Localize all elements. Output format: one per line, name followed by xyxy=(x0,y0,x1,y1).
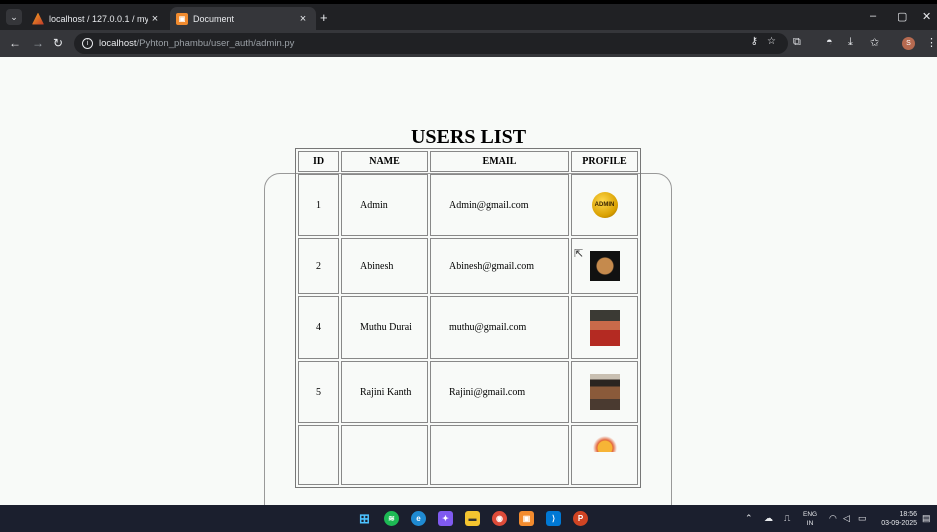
chevron-up-icon[interactable]: ⌃ xyxy=(745,513,753,524)
forward-icon[interactable]: → xyxy=(32,36,44,50)
profile-image xyxy=(589,251,620,281)
extensions-icon[interactable]: ⧉ xyxy=(793,36,801,49)
cursor-icon: ⇱ xyxy=(574,248,584,260)
edge-icon[interactable]: e xyxy=(411,511,426,526)
cell-email: Admin@gmail.com xyxy=(430,174,569,236)
incognito-icon[interactable]: ◓ xyxy=(826,36,833,48)
close-window-icon[interactable]: ✕ xyxy=(922,10,931,23)
column-header-email: EMAIL xyxy=(430,151,569,172)
cloud-icon[interactable]: ☁ xyxy=(764,513,773,524)
language-code: ENG xyxy=(803,511,818,518)
wifi-icon[interactable]: ◠ xyxy=(829,513,837,524)
column-header-profile: PROFILE xyxy=(571,151,638,172)
windows-taskbar: ⊞ ≋ e ✦ ▬ ◉ ▣ ⟩ P ⌃ ☁ ⎍ ENG IN ◠ ◁ ▭ 18:… xyxy=(0,505,937,532)
cell-name: Admin xyxy=(341,174,428,236)
url-host: localhost xyxy=(99,38,137,49)
cell-id: 5 xyxy=(298,361,339,423)
vscode-icon[interactable]: ⟩ xyxy=(546,511,561,526)
copilot-icon[interactable]: ✦ xyxy=(438,511,453,526)
cell-email: Rajini@gmail.com xyxy=(430,361,569,423)
volume-icon[interactable]: ◁ xyxy=(843,513,850,524)
tab-document[interactable]: ▣ Document × xyxy=(170,7,316,30)
restore-icon[interactable]: ▢ xyxy=(897,10,907,23)
column-header-id: ID xyxy=(298,151,339,172)
users-table: ID NAME EMAIL PROFILE 1 Admin Admin@gmai… xyxy=(295,148,641,488)
cell-email: Abinesh@gmail.com xyxy=(430,238,569,294)
cell-name: Rajini Kanth xyxy=(341,361,428,423)
browser-toolbar: ← → ↻ i localhost/Pyhton_phambu/user_aut… xyxy=(0,30,937,57)
file-explorer-icon[interactable]: ▬ xyxy=(465,511,480,526)
cell-email xyxy=(430,425,569,485)
favorites-icon[interactable]: ✩ xyxy=(870,36,879,49)
clock-time: 18:56 xyxy=(899,511,917,518)
cell-email: muthu@gmail.com xyxy=(430,296,569,359)
spotify-icon[interactable]: ≋ xyxy=(384,511,399,526)
minimize-icon[interactable]: – xyxy=(870,10,876,22)
battery-icon[interactable]: ▭ xyxy=(858,513,867,524)
tab-list-icon[interactable]: ⌄ xyxy=(6,9,22,25)
cell-profile: ADMIN xyxy=(571,174,638,236)
bookmark-star-icon[interactable]: ☆ xyxy=(767,36,776,47)
tab-title: Document xyxy=(193,13,235,24)
back-icon[interactable]: ← xyxy=(9,36,21,50)
table-row: 2 Abinesh Abinesh@gmail.com xyxy=(298,238,638,294)
site-info-icon[interactable]: i xyxy=(82,38,93,49)
cell-name: Abinesh xyxy=(341,238,428,294)
table-row: 4 Muthu Durai muthu@gmail.com xyxy=(298,296,638,359)
system-clock[interactable]: 18:56 03-09-2025 xyxy=(877,510,917,528)
url-path: /Pyhton_phambu/user_auth/admin.py xyxy=(136,38,295,49)
profile-image-admin: ADMIN xyxy=(591,192,618,218)
xampp-icon[interactable]: ▣ xyxy=(519,511,534,526)
cell-id: 4 xyxy=(298,296,339,359)
table-row: 5 Rajini Kanth Rajini@gmail.com xyxy=(298,361,638,423)
cell-name xyxy=(341,425,428,485)
language-indicator[interactable]: ENG IN xyxy=(803,510,817,528)
address-bar[interactable]: i localhost/Pyhton_phambu/user_auth/admi… xyxy=(74,33,788,54)
cell-profile xyxy=(571,425,638,485)
page-title: USERS LIST xyxy=(410,126,527,148)
new-tab-icon[interactable]: + xyxy=(320,10,328,25)
cell-name: Muthu Durai xyxy=(341,296,428,359)
tab-title: localhost / 127.0.0.1 / my_app / xyxy=(49,13,148,24)
menu-dots-icon[interactable]: ⋮ xyxy=(926,36,937,49)
windows-start-icon[interactable]: ⊞ xyxy=(357,511,372,526)
reload-icon[interactable]: ↻ xyxy=(53,36,63,50)
tab-phpmyadmin[interactable]: localhost / 127.0.0.1 / my_app / × xyxy=(26,7,168,30)
clock-date: 03-09-2025 xyxy=(881,520,917,527)
cell-profile xyxy=(571,361,638,423)
profile-image xyxy=(590,432,619,452)
table-row xyxy=(298,425,638,485)
cell-profile xyxy=(571,296,638,359)
profile-image xyxy=(589,309,620,346)
cell-id xyxy=(298,425,339,485)
chrome-icon[interactable]: ◉ xyxy=(492,511,507,526)
powerpoint-icon[interactable]: P xyxy=(573,511,588,526)
table-row: 1 Admin Admin@gmail.com ADMIN xyxy=(298,174,638,236)
microphone-icon[interactable]: ⎍ xyxy=(784,513,790,524)
profile-avatar[interactable]: S xyxy=(902,37,915,50)
download-icon[interactable]: ⤓ xyxy=(848,36,853,49)
cell-id: 2 xyxy=(298,238,339,294)
profile-image xyxy=(589,374,620,410)
tab-strip: ⌄ localhost / 127.0.0.1 / my_app / × ▣ D… xyxy=(0,4,937,30)
column-header-name: NAME xyxy=(341,151,428,172)
password-key-icon[interactable]: ⚷ xyxy=(751,36,758,47)
language-region: IN xyxy=(806,520,814,527)
phpmyadmin-favicon xyxy=(32,12,44,25)
close-icon[interactable]: × xyxy=(296,13,310,25)
cell-id: 1 xyxy=(298,174,339,236)
close-icon[interactable]: × xyxy=(148,13,162,25)
notification-icon[interactable]: ▤ xyxy=(922,513,931,524)
table-header-row: ID NAME EMAIL PROFILE xyxy=(298,151,638,172)
document-favicon: ▣ xyxy=(176,12,188,25)
